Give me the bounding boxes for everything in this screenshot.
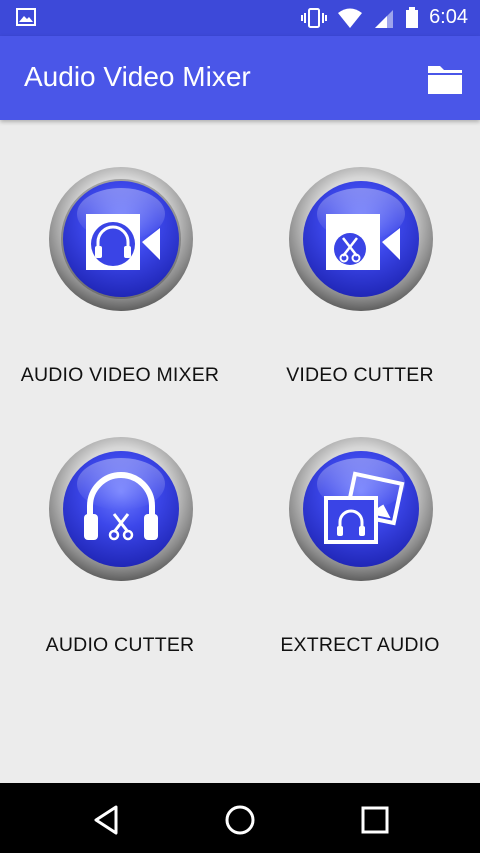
cell-signal-icon bbox=[375, 9, 394, 28]
headphone-video-icon bbox=[49, 167, 193, 311]
status-time: 6:04 bbox=[429, 6, 468, 28]
tile-audio-video-mixer[interactable]: AUDIO VIDEO MIXER bbox=[0, 166, 240, 436]
status-bar: 6:04 bbox=[0, 0, 480, 36]
home-icon bbox=[225, 805, 255, 835]
recents-icon bbox=[361, 806, 389, 834]
home-button[interactable] bbox=[223, 803, 257, 837]
tile-video-cutter[interactable]: VIDEO CUTTER bbox=[240, 166, 480, 436]
app-title: Audio Video Mixer bbox=[24, 61, 251, 92]
image-notification-icon bbox=[16, 8, 36, 26]
status-left bbox=[16, 8, 36, 30]
tile-audio-cutter[interactable]: AUDIO CUTTER bbox=[0, 436, 240, 706]
back-icon bbox=[94, 805, 118, 835]
back-button[interactable] bbox=[90, 803, 124, 837]
folder-button[interactable] bbox=[426, 62, 464, 96]
battery-icon bbox=[406, 6, 419, 28]
tile-label: VIDEO CUTTER bbox=[286, 364, 434, 386]
tile-label: AUDIO VIDEO MIXER bbox=[20, 364, 220, 386]
tile-extrect-audio[interactable]: EXTRECT AUDIO bbox=[240, 436, 480, 706]
recents-button[interactable] bbox=[358, 803, 392, 837]
status-right: 6:04 bbox=[301, 6, 468, 29]
wifi-icon bbox=[338, 8, 363, 28]
vibrate-icon bbox=[301, 7, 328, 28]
tile-label: EXTRECT AUDIO bbox=[280, 634, 440, 656]
headphone-scissors-icon bbox=[49, 437, 193, 581]
navigation-bar bbox=[0, 783, 480, 853]
app-bar: Audio Video Mixer bbox=[0, 36, 480, 120]
folder-icon bbox=[428, 66, 462, 94]
tile-label: AUDIO CUTTER bbox=[45, 634, 195, 656]
video-scissors-icon bbox=[289, 167, 433, 311]
photo-headphone-icon bbox=[289, 437, 433, 581]
